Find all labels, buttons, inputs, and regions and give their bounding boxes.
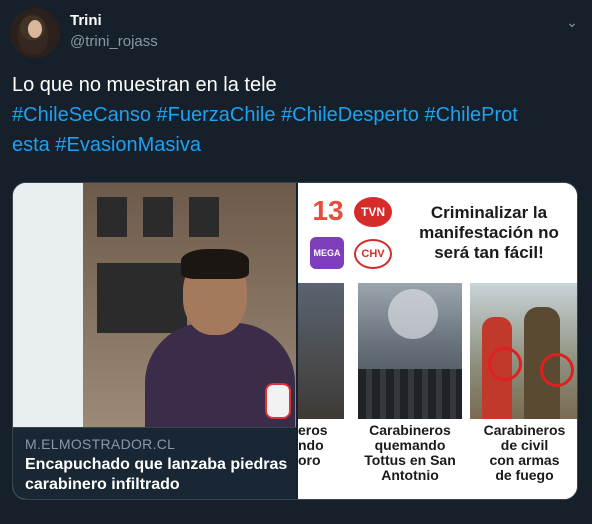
smoke bbox=[388, 289, 438, 339]
tweet-text: Lo que no muestran en la tele #ChileSeCa… bbox=[12, 70, 582, 160]
photo-window bbox=[189, 197, 219, 237]
logo-tvn: TVN bbox=[354, 197, 392, 227]
headline-line: será tan fácil! bbox=[434, 243, 544, 262]
hashtag-chilesecanso[interactable]: #ChileSeCanso bbox=[12, 104, 151, 126]
avatar-face bbox=[28, 20, 42, 38]
photo-pillar bbox=[13, 183, 83, 427]
hashtag-evasionmasiva[interactable]: #EvasionMasiva bbox=[55, 134, 201, 156]
photo-window bbox=[97, 263, 187, 333]
headline-line: manifestación no bbox=[419, 223, 559, 242]
caption-line: de fuego bbox=[495, 467, 554, 483]
red-circle-mark bbox=[488, 347, 522, 381]
headline-line: Criminalizar la bbox=[430, 203, 548, 222]
caption-line: quemando bbox=[374, 437, 446, 453]
collage-image[interactable]: 13 TVN MEGA CHV Criminalizar la manifest… bbox=[298, 183, 577, 499]
hashtag-chileprotesta[interactable]: #ChileProt bbox=[424, 104, 517, 126]
photo-window bbox=[143, 197, 173, 237]
display-name[interactable]: Trini bbox=[70, 12, 102, 29]
link-card[interactable]: M.ELMOSTRADOR.CL Encapuchado que lanzaba… bbox=[12, 182, 578, 500]
photo-window bbox=[97, 197, 127, 237]
user-handle[interactable]: @trini_rojass bbox=[70, 33, 158, 50]
avatar[interactable] bbox=[10, 8, 60, 58]
collage-thumb-1 bbox=[298, 283, 344, 419]
hashtag-line: esta #EvasionMasiva bbox=[12, 130, 582, 160]
caption-line: de civil bbox=[500, 437, 549, 453]
crowd bbox=[358, 369, 462, 419]
caption-line: eros bbox=[298, 422, 328, 438]
logo-mega: MEGA bbox=[310, 237, 344, 269]
collage-caption-3: Carabineros de civil con armas de fuego bbox=[470, 422, 577, 483]
caption-line: ndo bbox=[298, 437, 324, 453]
caption-line: Antotnio bbox=[381, 467, 439, 483]
hashtag-line: #ChileSeCanso #FuerzaChile #ChileDespert… bbox=[12, 100, 582, 130]
tweet: Trini @trini_rojass ⌄ Lo que no muestran… bbox=[0, 0, 592, 524]
collage-thumb-2 bbox=[358, 283, 462, 419]
collage-thumb-3 bbox=[470, 283, 577, 419]
hashtag-fuerzachile[interactable]: #FuerzaChile bbox=[157, 104, 276, 126]
card-domain: M.ELMOSTRADOR.CL bbox=[25, 436, 176, 452]
collage-caption-2: Carabineros quemando Tottus en San Antot… bbox=[358, 423, 462, 483]
logo-chv: CHV bbox=[354, 239, 392, 269]
caption-line: oro bbox=[298, 452, 321, 468]
microphone-icon bbox=[265, 383, 291, 419]
chevron-down-icon[interactable]: ⌄ bbox=[562, 12, 582, 32]
hashtag-chileprotesta-cont[interactable]: esta bbox=[12, 134, 50, 156]
card-meta[interactable]: M.ELMOSTRADOR.CL Encapuchado que lanzaba… bbox=[13, 427, 296, 499]
photo-person-hair bbox=[181, 249, 249, 279]
tv-logos: 13 TVN MEGA CHV bbox=[308, 193, 398, 273]
article-photo bbox=[13, 183, 296, 427]
logo-13: 13 bbox=[312, 195, 344, 226]
card-title: Encapuchado que lanzaba piedras bbox=[25, 456, 288, 473]
caption-line: Carabineros bbox=[483, 422, 566, 438]
caption-line: Tottus en San bbox=[364, 452, 456, 468]
tweet-text-line: Lo que no muestran en la tele bbox=[12, 74, 277, 96]
card-title-line2: carabinero infiltrado bbox=[25, 476, 180, 493]
hashtag-chiledesperto[interactable]: #ChileDesperto bbox=[281, 104, 419, 126]
collage-headline: Criminalizar la manifestación no será ta… bbox=[402, 203, 576, 263]
collage-caption-1: eros ndo oro bbox=[298, 423, 356, 468]
caption-line: Carabineros bbox=[369, 422, 451, 438]
caption-line: con armas bbox=[489, 452, 560, 468]
red-circle-mark bbox=[540, 353, 574, 387]
